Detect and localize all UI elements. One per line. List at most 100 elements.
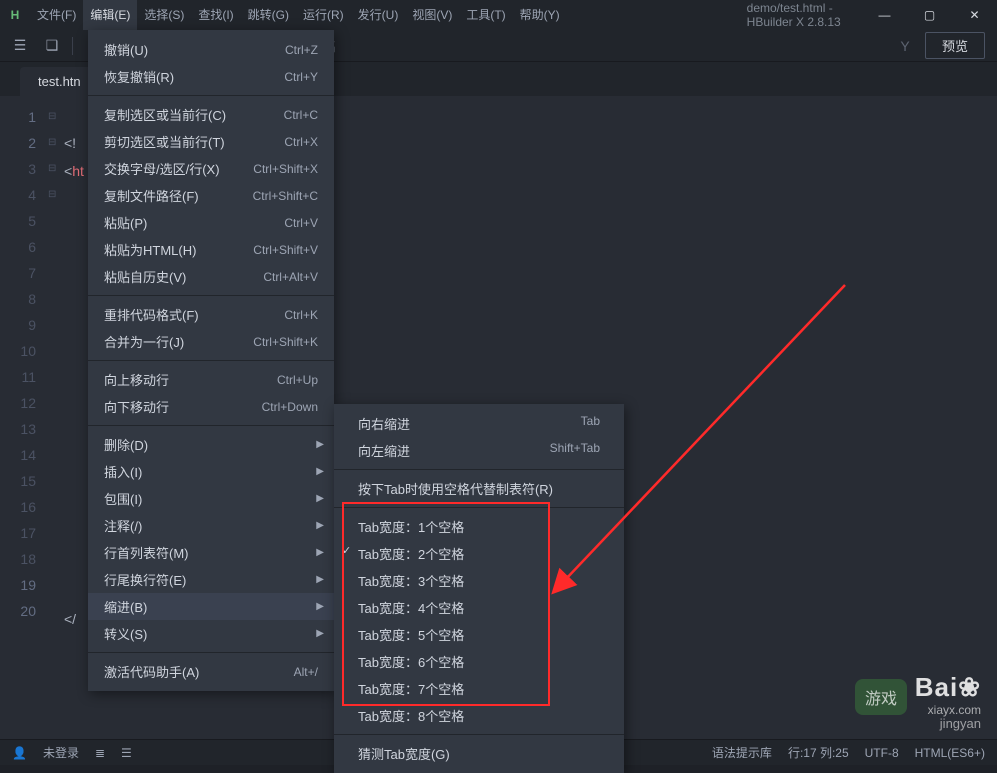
menu-item-label: 包围(I) xyxy=(104,489,142,508)
login-status[interactable]: 未登录 xyxy=(43,744,79,761)
menu-3[interactable]: 查找(I) xyxy=(191,0,240,30)
menu-shortcut: Ctrl+X xyxy=(284,135,318,149)
preview-button[interactable]: 预览 xyxy=(925,32,985,59)
menu-item-label: 缩进(B) xyxy=(104,597,147,616)
filter-icon[interactable]: Y xyxy=(893,34,917,58)
syntax-library[interactable]: 语法提示库 xyxy=(712,744,772,761)
submenu-arrow-icon: ▶ xyxy=(316,520,324,531)
file-tab[interactable]: test.htn xyxy=(20,67,99,96)
line-number: 8 xyxy=(0,286,36,312)
menu-item[interactable]: 插入(I)▶ xyxy=(88,458,334,485)
line-number: 4 xyxy=(0,182,36,208)
menu-6[interactable]: 发行(U) xyxy=(351,0,406,30)
menu-shortcut: Ctrl+Y xyxy=(284,70,318,84)
menu-item[interactable]: 粘贴(P)Ctrl+V xyxy=(88,209,334,236)
menu-item[interactable]: 激活代码助手(A)Alt+/ xyxy=(88,658,334,685)
menu-item-label: 转义(S) xyxy=(104,624,147,643)
menu-separator xyxy=(88,360,334,361)
submenu-label: Tab宽度：3个空格 xyxy=(358,571,464,590)
encoding[interactable]: UTF-8 xyxy=(865,746,899,760)
cursor-position[interactable]: 行:17 列:25 xyxy=(788,744,849,761)
tab-width-option[interactable]: Tab宽度：3个空格 xyxy=(334,567,624,594)
menu-item[interactable]: 包围(I)▶ xyxy=(88,485,334,512)
menu-item[interactable]: 复制文件路径(F)Ctrl+Shift+C xyxy=(88,182,334,209)
menu-item[interactable]: 行尾换行符(E)▶ xyxy=(88,566,334,593)
language-mode[interactable]: HTML(ES6+) xyxy=(915,746,985,760)
menu-item-label: 合并为一行(J) xyxy=(104,332,184,351)
close-button[interactable]: ✕ xyxy=(952,0,997,30)
menu-9[interactable]: 帮助(Y) xyxy=(513,0,567,30)
submenu-arrow-icon: ▶ xyxy=(316,601,324,612)
menu-item[interactable]: 粘贴自历史(V)Ctrl+Alt+V xyxy=(88,263,334,290)
menu-item[interactable]: 重排代码格式(F)Ctrl+K xyxy=(88,301,334,328)
menu-7[interactable]: 视图(V) xyxy=(405,0,459,30)
submenu-item[interactable]: 向左缩进Shift+Tab xyxy=(334,437,624,464)
fold-marker[interactable]: ⊟ xyxy=(48,182,60,208)
menu-shortcut: Ctrl+Shift+V xyxy=(253,243,318,257)
tab-width-option[interactable]: Tab宽度：1个空格 xyxy=(334,513,624,540)
menu-item-label: 向下移动行 xyxy=(104,397,169,416)
line-number: 11 xyxy=(0,364,36,390)
app-logo: H xyxy=(0,8,30,22)
submenu-arrow-icon: ▶ xyxy=(316,574,324,585)
line-number: 1 xyxy=(0,104,36,130)
tab-width-option[interactable]: Tab宽度：4个空格 xyxy=(334,594,624,621)
tab-width-option[interactable]: Tab宽度：2个空格 xyxy=(334,540,624,567)
menu-8[interactable]: 工具(T) xyxy=(459,0,512,30)
menu-1[interactable]: 编辑(E) xyxy=(83,0,137,30)
tab-width-option[interactable]: Tab宽度：5个空格 xyxy=(334,621,624,648)
list-icon[interactable]: ☰ xyxy=(121,746,132,760)
sidebar-toggle-icon[interactable]: ☰ xyxy=(8,34,32,58)
line-number: 6 xyxy=(0,234,36,260)
fold-gutter: ⊟⊟⊟⊟ xyxy=(48,96,60,739)
submenu-shortcut: Tab xyxy=(581,414,600,433)
outline-icon[interactable]: ≣ xyxy=(95,746,105,760)
menu-shortcut: Ctrl+V xyxy=(284,216,318,230)
submenu-item[interactable]: 向右缩进Tab xyxy=(334,410,624,437)
menu-item[interactable]: 向上移动行Ctrl+Up xyxy=(88,366,334,393)
menu-item-label: 向上移动行 xyxy=(104,370,169,389)
menu-item[interactable]: 粘贴为HTML(H)Ctrl+Shift+V xyxy=(88,236,334,263)
menu-separator xyxy=(334,734,624,735)
tab-width-option[interactable]: Tab宽度：6个空格 xyxy=(334,648,624,675)
tab-width-option[interactable]: Tab宽度：8个空格 xyxy=(334,702,624,729)
menu-shortcut: Ctrl+C xyxy=(284,108,318,122)
menu-4[interactable]: 跳转(G) xyxy=(241,0,296,30)
menu-2[interactable]: 选择(S) xyxy=(137,0,191,30)
user-icon[interactable]: 👤 xyxy=(12,746,27,760)
menubar: 文件(F)编辑(E)选择(S)查找(I)跳转(G)运行(R)发行(U)视图(V)… xyxy=(30,0,567,30)
menu-item[interactable]: 复制选区或当前行(C)Ctrl+C xyxy=(88,101,334,128)
menu-item[interactable]: 撤销(U)Ctrl+Z xyxy=(88,36,334,63)
submenu-label: Tab宽度：8个空格 xyxy=(358,706,464,725)
submenu-item[interactable]: 按下Tab时使用空格代替制表符(R) xyxy=(334,475,624,502)
menu-item[interactable]: 缩进(B) ▶ xyxy=(88,593,334,620)
terminal-icon[interactable]: ❏ xyxy=(40,34,64,58)
minimize-button[interactable]: — xyxy=(862,0,907,30)
search-input[interactable]: 输入文件名 xyxy=(272,36,883,55)
tab-width-option[interactable]: Tab宽度：7个空格 xyxy=(334,675,624,702)
fold-marker[interactable]: ⊟ xyxy=(48,156,60,182)
menu-0[interactable]: 文件(F) xyxy=(30,0,83,30)
submenu-item[interactable]: 猜测Tab宽度(G) xyxy=(334,740,624,767)
menu-item[interactable]: 转义(S)▶ xyxy=(88,620,334,647)
menu-item[interactable]: 注释(/)▶ xyxy=(88,512,334,539)
menu-item-label: 交换字母/选区/行(X) xyxy=(104,159,220,178)
menu-5[interactable]: 运行(R) xyxy=(296,0,351,30)
submenu-label: Tab宽度：1个空格 xyxy=(358,517,464,536)
menu-item[interactable]: 交换字母/选区/行(X)Ctrl+Shift+X xyxy=(88,155,334,182)
maximize-button[interactable]: ▢ xyxy=(907,0,952,30)
line-number: 10 xyxy=(0,338,36,364)
submenu-arrow-icon: ▶ xyxy=(316,439,324,450)
window-title: demo/test.html - HBuilder X 2.8.13 xyxy=(567,1,862,29)
menu-item-label: 剪切选区或当前行(T) xyxy=(104,132,225,151)
line-number: 14 xyxy=(0,442,36,468)
fold-marker[interactable]: ⊟ xyxy=(48,104,60,130)
menu-item[interactable]: 剪切选区或当前行(T) Ctrl+X xyxy=(88,128,334,155)
menu-item[interactable]: 行首列表符(M)▶ xyxy=(88,539,334,566)
menu-item[interactable]: 向下移动行Ctrl+Down xyxy=(88,393,334,420)
menu-item-label: 重排代码格式(F) xyxy=(104,305,199,324)
menu-item[interactable]: 合并为一行(J)Ctrl+Shift+K xyxy=(88,328,334,355)
menu-item[interactable]: 恢复撤销(R)Ctrl+Y xyxy=(88,63,334,90)
menu-item[interactable]: 删除(D)▶ xyxy=(88,431,334,458)
fold-marker[interactable]: ⊟ xyxy=(48,130,60,156)
